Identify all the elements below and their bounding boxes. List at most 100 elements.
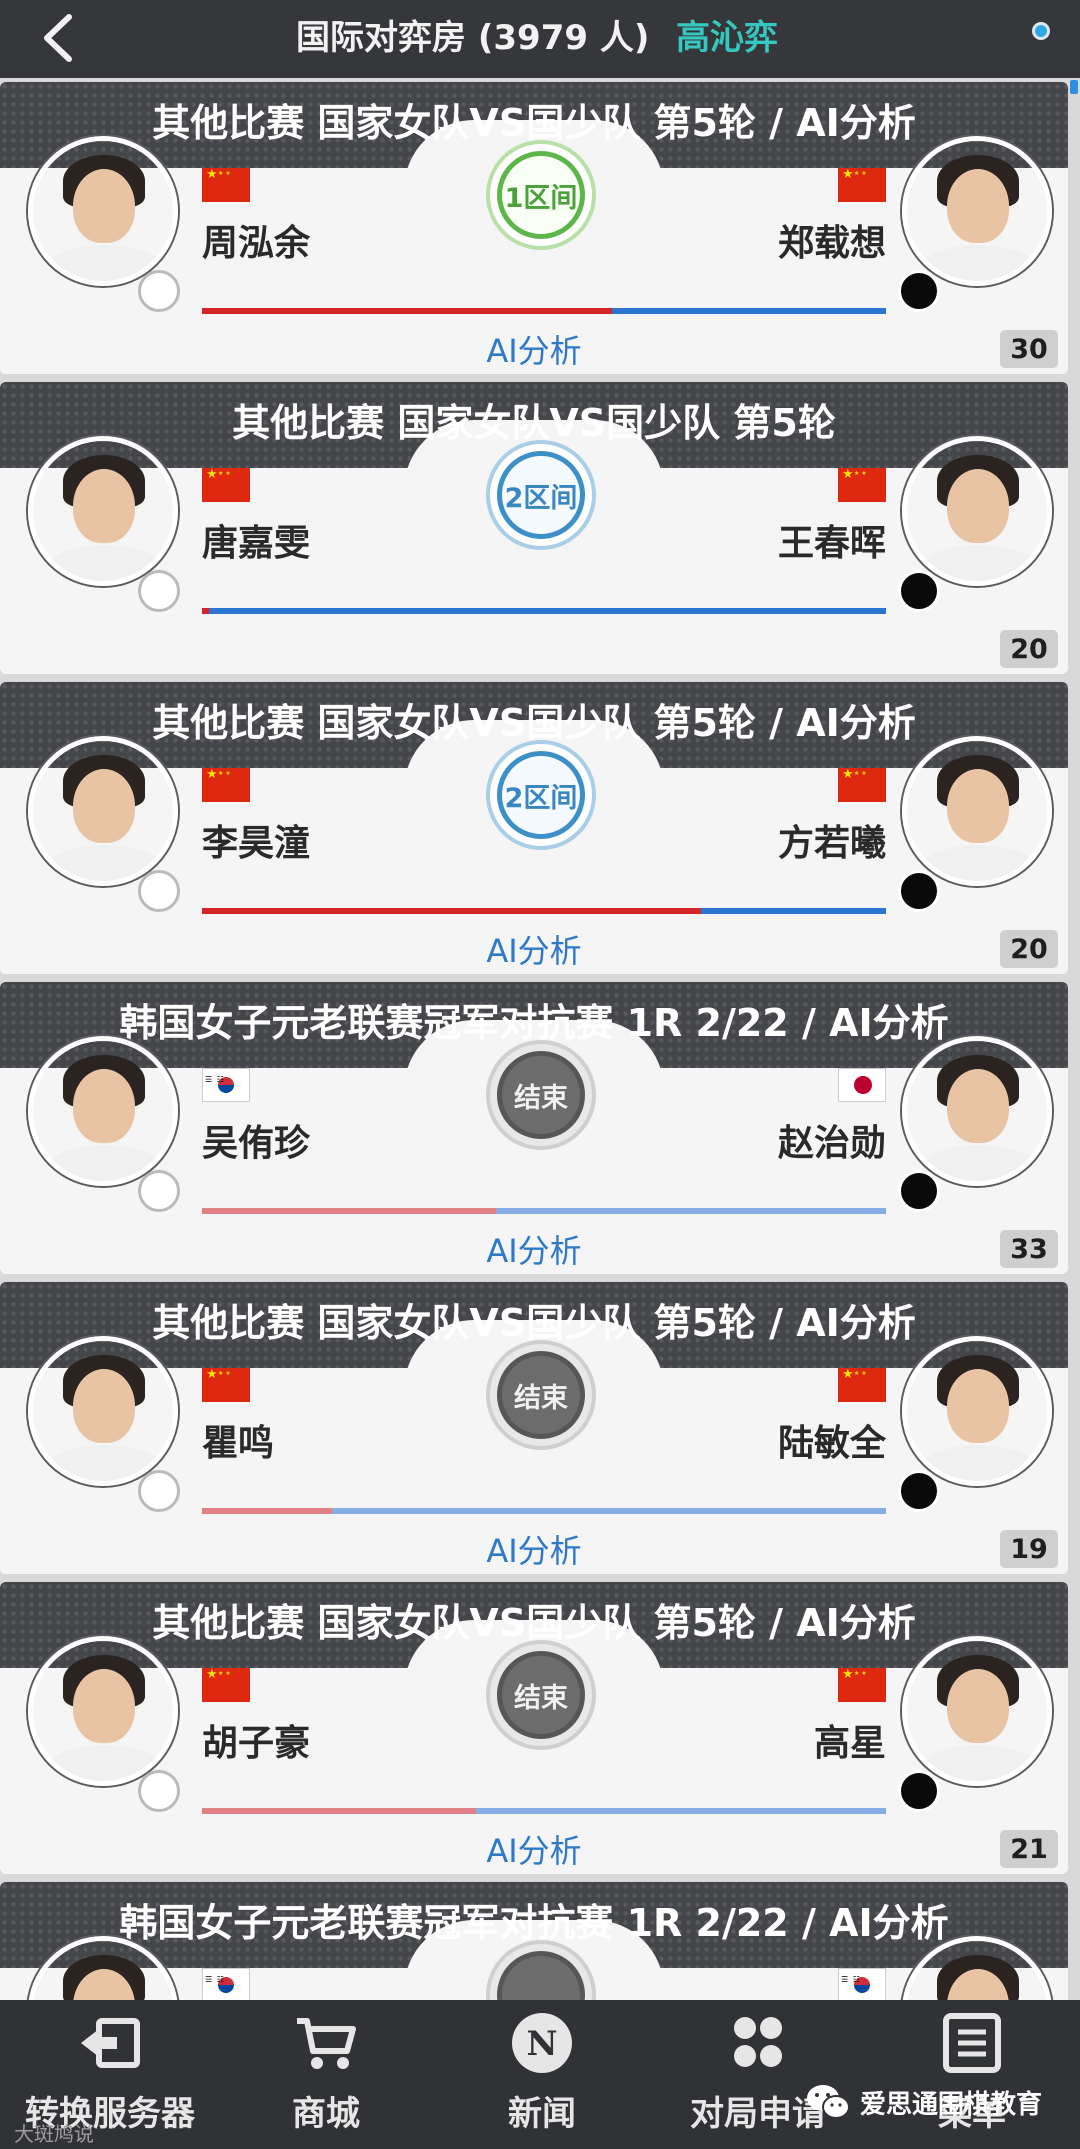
right-player-name: 高星	[813, 1723, 886, 1764]
watermark: 爱思通围棋教育	[806, 2078, 1042, 2126]
white-stone-icon	[138, 1470, 180, 1512]
right-player-avatar[interactable]	[902, 736, 1052, 886]
menu-icon	[939, 2010, 1005, 2076]
black-stone-icon	[898, 570, 940, 612]
win-rate-red-fill	[202, 1208, 497, 1214]
win-rate-red-fill	[202, 908, 702, 914]
back-button[interactable]	[28, 8, 88, 68]
avatar-face	[73, 1369, 135, 1443]
chevron-left-icon	[44, 14, 72, 62]
avatar-face	[947, 1369, 1009, 1443]
left-flag-icon	[202, 168, 250, 202]
move-count-badge: 33	[1000, 1230, 1058, 1268]
avatar-face	[73, 769, 135, 843]
game-status-badge[interactable]: 结束	[486, 1340, 596, 1450]
game-status-badge[interactable]: 结束	[486, 1040, 596, 1150]
game-title: 韩国女子元老联赛冠军对抗赛 1R 2/22 / AI分析	[119, 1001, 949, 1045]
game-list[interactable]: 其他比赛 国家女队VS国少队 第5轮 / AI分析周泓余郑载想1区间AI分析30…	[0, 78, 1080, 2000]
avatar-face	[73, 1669, 135, 1743]
move-count-badge: 19	[1000, 1530, 1058, 1568]
cart-icon	[293, 2010, 359, 2076]
right-player-avatar[interactable]	[902, 436, 1052, 586]
black-stone-icon	[898, 1170, 940, 1212]
win-rate-bar	[202, 608, 886, 614]
avatar-face	[947, 1669, 1009, 1743]
ai-analysis-link[interactable]: AI分析	[0, 1226, 1068, 1272]
game-card[interactable]: 韩国女子元老联赛冠军对抗赛 1R 2/22 / AI分析	[0, 1882, 1068, 2000]
white-stone-icon	[138, 270, 180, 312]
white-stone-icon	[138, 870, 180, 912]
black-stone-icon	[898, 870, 940, 912]
right-player-avatar[interactable]	[902, 1336, 1052, 1486]
right-player-avatar[interactable]	[902, 1036, 1052, 1186]
left-player-avatar[interactable]	[28, 1336, 178, 1486]
left-flag-icon	[202, 1068, 250, 1102]
watermark-text: 爱思通围棋教育	[860, 2089, 1043, 2120]
left-player-avatar[interactable]	[28, 436, 178, 586]
left-player-name: 瞿鸣	[202, 1423, 275, 1464]
game-card[interactable]: 其他比赛 国家女队VS国少队 第5轮 / AI分析瞿鸣 陆敏全 结束 AI分析19	[0, 1282, 1068, 1574]
left-flag-icon	[202, 768, 250, 802]
game-title: 其他比赛 国家女队VS国少队 第5轮 / AI分析	[152, 1301, 916, 1345]
move-count-badge: 21	[1000, 1830, 1058, 1868]
nav-news[interactable]: N 新闻	[442, 2010, 642, 2140]
avatar-face	[73, 1069, 135, 1143]
game-status-badge[interactable]: 2区间	[486, 440, 596, 550]
ai-analysis-link[interactable]: AI分析	[0, 1526, 1068, 1572]
game-title: 其他比赛 国家女队VS国少队 第5轮	[232, 401, 836, 445]
win-rate-red-fill	[202, 608, 209, 614]
win-rate-red-fill	[202, 1808, 476, 1814]
room-title: 国际对弈房 (3979 人)	[296, 18, 650, 58]
current-user-name[interactable]: 高沁弈	[676, 10, 778, 59]
game-card[interactable]: 其他比赛 国家女队VS国少队 第5轮 / AI分析胡子豪 高星 结束 AI分析21	[0, 1582, 1068, 1874]
left-flag-icon	[202, 1968, 250, 2000]
left-player-name: 吴侑珍	[202, 1123, 311, 1164]
news-icon: N	[509, 2010, 575, 2076]
game-status-label: 1区间	[497, 151, 585, 239]
black-stone-icon	[898, 1470, 940, 1512]
left-player-avatar[interactable]	[28, 1636, 178, 1786]
scrollbar[interactable]	[1070, 80, 1078, 94]
game-status-badge[interactable]: 2区间	[486, 740, 596, 850]
game-title: 其他比赛 国家女队VS国少队 第5轮 / AI分析	[152, 101, 916, 145]
game-card[interactable]: 其他比赛 国家女队VS国少队 第5轮 / AI分析周泓余 郑载想 1区间 AI分析30	[0, 82, 1068, 374]
win-rate-bar	[202, 1208, 886, 1214]
avatar-face	[947, 769, 1009, 843]
game-status-label: 结束	[497, 1351, 585, 1439]
right-flag-icon	[838, 1968, 886, 2000]
game-card[interactable]: 其他比赛 国家女队VS国少队 第5轮 / AI分析李昊潼 方若曦 2区间 AI分析20	[0, 682, 1068, 974]
game-status-badge[interactable]: 1区间	[486, 140, 596, 250]
black-stone-icon	[898, 1770, 940, 1812]
game-request-icon	[725, 2010, 791, 2076]
left-player-name: 唐嘉雯	[202, 523, 311, 564]
move-count-badge: 20	[1000, 930, 1058, 968]
game-card[interactable]: 韩国女子元老联赛冠军对抗赛 1R 2/22 / AI分析吴侑珍 赵治勋 结束 AI分析…	[0, 982, 1068, 1274]
left-player-avatar[interactable]	[28, 136, 178, 286]
nav-shop[interactable]: 商城	[226, 2010, 426, 2140]
game-status-label	[497, 1951, 585, 2000]
right-player-name: 郑载想	[777, 223, 886, 264]
right-player-avatar[interactable]	[902, 1636, 1052, 1786]
game-title: 韩国女子元老联赛冠军对抗赛 1R 2/22 / AI分析	[119, 1901, 949, 1945]
left-player-name: 李昊潼	[202, 823, 311, 864]
nav-label: 新闻	[508, 2094, 576, 2134]
game-title: 其他比赛 国家女队VS国少队 第5轮 / AI分析	[152, 701, 916, 745]
ai-analysis-link[interactable]: AI分析	[0, 1826, 1068, 1872]
left-player-name: 胡子豪	[202, 1723, 311, 1764]
right-player-name: 方若曦	[777, 823, 886, 864]
left-player-avatar[interactable]	[28, 1036, 178, 1186]
white-stone-icon	[138, 570, 180, 612]
game-status-badge[interactable]: 结束	[486, 1640, 596, 1750]
move-count-badge: 20	[1000, 630, 1058, 668]
ai-analysis-link[interactable]: AI分析	[0, 326, 1068, 372]
game-card[interactable]: 其他比赛 国家女队VS国少队 第5轮唐嘉雯 王春晖 2区间 20	[0, 382, 1068, 674]
move-count-badge: 30	[1000, 330, 1058, 368]
white-stone-icon	[138, 1170, 180, 1212]
right-player-avatar[interactable]	[902, 136, 1052, 286]
watermark-small-text: 大斑鸠说	[14, 2122, 94, 2146]
win-rate-red-fill	[202, 1508, 332, 1514]
ai-analysis-link[interactable]: AI分析	[0, 926, 1068, 972]
win-rate-bar	[202, 1508, 886, 1514]
avatar-face	[947, 469, 1009, 543]
left-player-avatar[interactable]	[28, 736, 178, 886]
